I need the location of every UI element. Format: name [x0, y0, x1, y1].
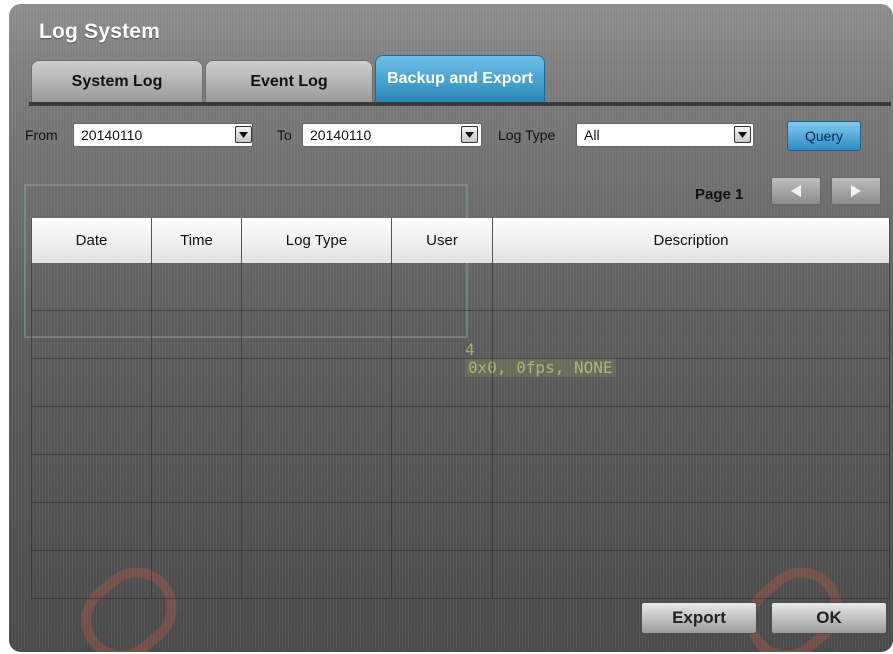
column-header-user[interactable]: User — [391, 218, 493, 263]
to-label: To — [277, 127, 292, 143]
table-header-row: Date Time Log Type User Description — [31, 218, 890, 263]
chevron-down-icon — [738, 131, 747, 138]
log-type-dropdown-button[interactable] — [734, 126, 751, 143]
column-header-description[interactable]: Description — [492, 218, 890, 263]
prev-page-button[interactable] — [771, 177, 821, 205]
window-title: Log System — [39, 20, 161, 43]
tab-event-log[interactable]: Event Log — [205, 60, 373, 102]
export-button[interactable]: Export — [641, 602, 757, 634]
column-header-date[interactable]: Date — [31, 218, 152, 263]
to-date-field[interactable]: 20140110 — [302, 123, 482, 147]
log-type-select[interactable]: All — [576, 123, 754, 147]
table-row[interactable] — [31, 550, 890, 599]
chevron-down-icon — [239, 131, 248, 138]
from-label: From — [25, 127, 58, 143]
column-header-time[interactable]: Time — [151, 218, 242, 263]
log-type-label: Log Type — [498, 127, 556, 143]
table-row[interactable] — [31, 310, 890, 359]
ok-button[interactable]: OK — [771, 602, 887, 634]
table-row[interactable] — [31, 454, 890, 503]
table-row[interactable] — [31, 358, 890, 407]
log-table: Date Time Log Type User Description — [31, 218, 890, 599]
arrow-right-icon — [851, 185, 861, 197]
from-dropdown-button[interactable] — [235, 126, 252, 143]
arrow-left-icon — [791, 185, 801, 197]
tab-backup-and-export[interactable]: Backup and Export — [375, 55, 545, 102]
tab-system-log[interactable]: System Log — [31, 60, 203, 102]
table-row[interactable] — [31, 502, 890, 551]
table-row[interactable] — [31, 263, 890, 311]
tab-divider — [29, 102, 891, 106]
query-button[interactable]: Query — [787, 121, 861, 151]
page-indicator: Page 1 — [695, 186, 744, 203]
chevron-down-icon — [465, 131, 474, 138]
to-dropdown-button[interactable] — [461, 126, 478, 143]
column-header-log-type[interactable]: Log Type — [241, 218, 392, 263]
from-date-field[interactable]: 20140110 — [73, 123, 253, 147]
log-system-window: 4 0x0, 0fps, NONE Log System System Log … — [9, 4, 893, 652]
next-page-button[interactable] — [831, 177, 881, 205]
table-row[interactable] — [31, 406, 890, 455]
